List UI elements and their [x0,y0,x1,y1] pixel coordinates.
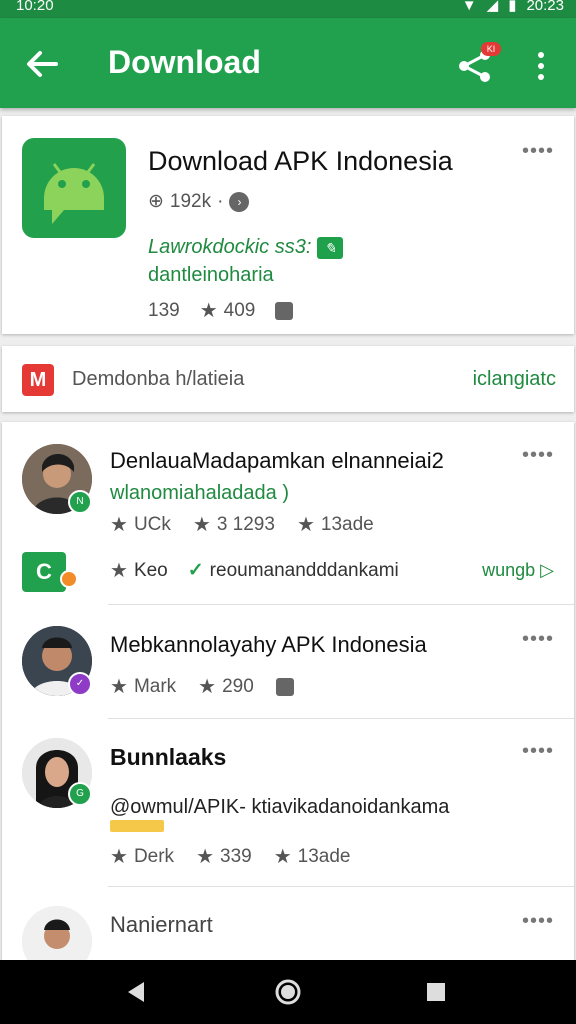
review-stat: 290 [222,675,254,697]
app-c-icon: C [22,552,66,592]
divider [108,604,574,605]
review-subtitle[interactable]: wlanomiahaladada ) [110,482,289,505]
search-row[interactable]: M Demdonba h/latieia iclangiatc [2,346,574,412]
play-icon[interactable]: ▷ [540,560,554,580]
check-icon: ✓ [187,560,204,581]
search-row-text: Demdonba h/latieia [72,368,245,390]
review-stat: 13ade [320,513,374,535]
more-options-icon[interactable]: •••• [522,910,554,933]
row2-action-label[interactable]: wungb [482,560,535,580]
back-arrow-icon[interactable] [22,44,62,84]
verified-badge-icon: ✓ [68,672,92,696]
system-nav-bar [0,960,576,1024]
review-author[interactable]: DenlauaMadapamkan elnanneiai2 [110,448,444,474]
app-downloads: ⊕ 192k · › [148,190,250,213]
review-stat: 13ade [297,845,351,867]
review-stat: UCk [133,513,171,535]
nav-recents-icon[interactable] [426,982,446,1002]
review-row2-label: Keo [133,559,168,581]
review-row2: ★ Keo ✓ reoumanandddankami [110,558,399,583]
review-subtitle[interactable]: @owmul/APIK- ktiavikadanoidankama [110,796,449,819]
bookmark-icon [275,677,294,696]
android-app-icon [22,138,126,238]
app-link-secondary[interactable]: dantleinoharia [148,264,274,287]
orange-badge-icon [60,570,78,588]
review-stat: Mark [133,675,177,697]
review-row2-text: reoumanandddankami [209,559,399,581]
download-count: 192k [169,190,212,212]
dot-separator: · [217,190,224,212]
review-author[interactable]: Mebkannolayahy APK Indonesia [110,632,427,658]
review-row2-action[interactable]: wungb ▷ [482,560,554,581]
nav-back-icon[interactable] [124,980,148,1004]
divider [108,718,574,719]
app-link-row[interactable]: Lawrokdockic ss3: ✎ [148,236,344,259]
verified-badge-icon: N [68,490,92,514]
tag-badge [110,820,164,832]
search-row-action[interactable]: iclangiatc [473,368,556,391]
status-clock: 20:23 [526,0,564,14]
info-icon: › [229,191,250,212]
page-title: Download [108,44,261,80]
star-icon: ★ [198,676,217,698]
more-vert-icon[interactable] [530,50,552,82]
review-stats: ★ UCk ★ 3 1293 ★ 13ade [110,512,374,537]
more-options-icon[interactable]: •••• [522,740,554,763]
divider [108,886,574,887]
star-icon: ★ [196,846,214,868]
bookmark-icon [275,301,294,320]
review-stats: ★ Derk ★ 339 ★ 13ade [110,844,350,869]
review-author[interactable]: Bunnlaaks [110,744,226,771]
star-icon: ★ [110,514,128,536]
star-icon: ★ [199,300,218,322]
battery-icon: ▮ [508,0,517,14]
status-icons: ▼ ◢ ▮ 20:23 [462,0,564,13]
status-time: 10:20 [16,0,54,14]
app-title: Download APK Indonesia [148,146,453,176]
review-stats: ★ Mark ★ 290 [110,674,294,699]
nav-home-icon[interactable] [274,978,302,1006]
star-icon: ★ [192,514,211,536]
star-icon: ★ [110,676,128,698]
verified-badge-icon: G [68,782,92,806]
star-icon: ★ [273,846,292,868]
more-options-icon[interactable]: •••• [522,444,554,467]
star-icon: ★ [110,846,128,868]
reviews-list: N DenlauaMadapamkan elnanneiai2 •••• wla… [2,422,574,976]
status-bar: 10:20 ▼ ◢ ▮ 20:23 [0,0,576,18]
star-icon: ★ [296,514,315,536]
app-bar: Download KI [0,18,576,108]
review-stat: 339 [220,845,252,867]
download-count-icon: ⊕ [148,191,164,212]
star-icon: ★ [110,560,128,582]
app-stats: 139 ★ 409 [148,298,294,323]
more-options-icon[interactable]: •••• [522,140,554,163]
app-stat-count: 139 [148,299,180,321]
edit-icon[interactable]: ✎ [317,236,344,259]
review-stat: 3 1293 [216,513,275,535]
app-link-primary[interactable]: Lawrokdockic ss3: [148,236,311,259]
review-stat: Derk [133,845,175,867]
signal-icon: ◢ [486,0,499,14]
wifi-icon: ▼ [461,0,477,14]
notification-badge: KI [481,42,501,56]
review-author[interactable]: Naniernart [110,912,213,938]
brand-icon: M [22,364,54,396]
app-card[interactable]: Download APK Indonesia •••• ⊕ 192k · › L… [2,116,574,334]
app-rating: 409 [223,299,256,321]
more-options-icon[interactable]: •••• [522,628,554,651]
